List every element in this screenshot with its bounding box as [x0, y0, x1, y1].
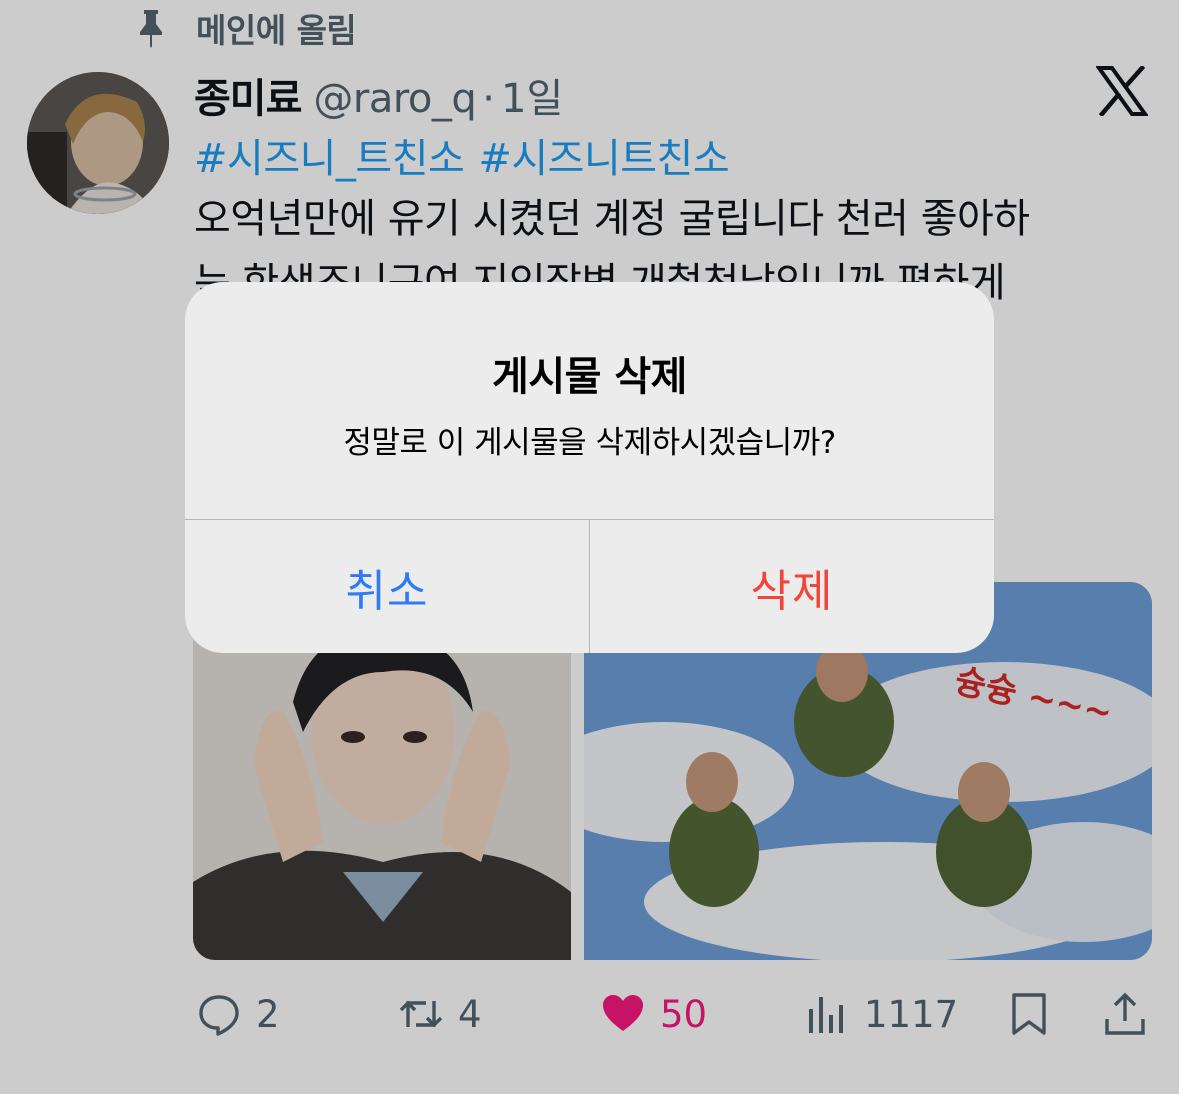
screen: 메인에 올림 종미료 @raro_q · 1일 #시즈니_트친소 #시즈니트친소 …	[0, 0, 1179, 1094]
delete-post-dialog: 게시물 삭제 정말로 이 게시물을 삭제하시겠습니까? 취소 삭제	[185, 282, 994, 653]
delete-button[interactable]: 삭제	[590, 520, 994, 653]
dialog-title: 게시물 삭제	[492, 354, 687, 400]
dialog-message: 정말로 이 게시물을 삭제하시겠습니까?	[343, 425, 836, 461]
cancel-button[interactable]: 취소	[185, 520, 589, 653]
